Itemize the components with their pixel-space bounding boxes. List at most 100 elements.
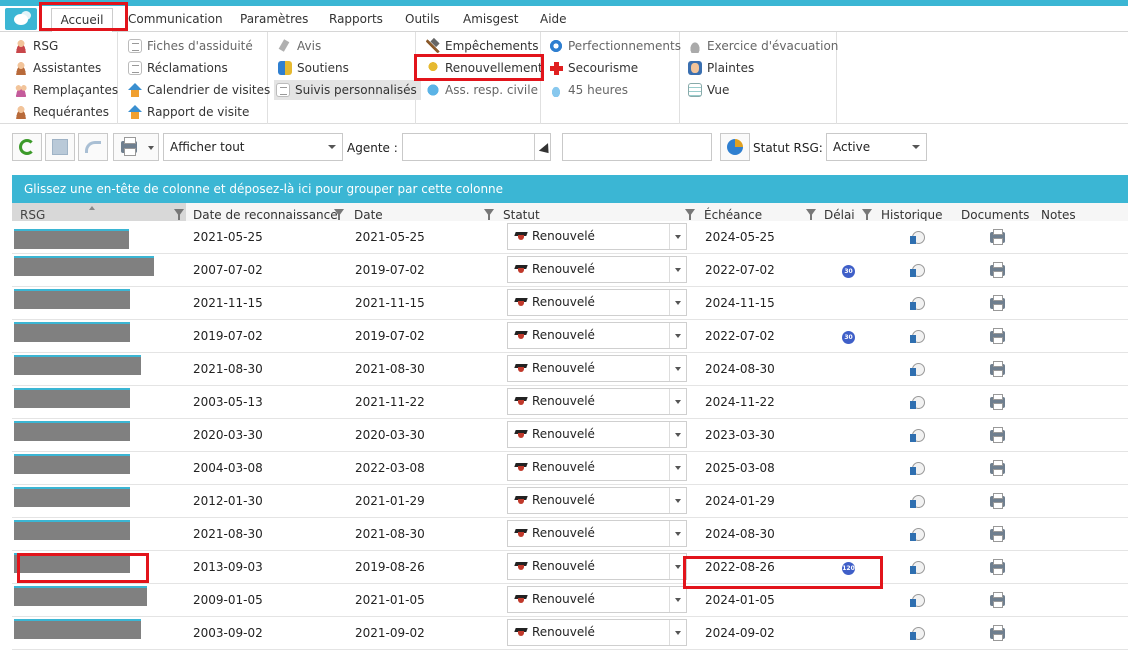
printer-icon[interactable] — [990, 592, 1005, 608]
table-row[interactable]: 2020-03-30 2020-03-30 Renouvelé 2023-03-30 — [12, 419, 1128, 452]
status-select[interactable]: Renouvelé — [507, 388, 687, 415]
filter-icon[interactable] — [685, 209, 695, 220]
tab-communication[interactable]: Communication — [128, 12, 223, 26]
filter-icon[interactable] — [862, 209, 872, 220]
agent-combo[interactable] — [402, 133, 551, 161]
status-select[interactable]: Renouvelé — [507, 223, 687, 250]
printer-icon[interactable] — [990, 460, 1005, 476]
print-button[interactable] — [113, 133, 159, 161]
filter-icon[interactable] — [334, 209, 344, 220]
tab-parametres[interactable]: Paramètres — [240, 12, 308, 26]
tab-accueil[interactable]: Accueil — [51, 8, 113, 32]
filter-icon[interactable] — [484, 209, 494, 220]
ribbon-perfectionnements[interactable]: Perfectionnements — [549, 36, 681, 56]
table-row[interactable]: 2021-11-15 2021-11-15 Renouvelé 2024-11-15 — [12, 287, 1128, 320]
ribbon-soutiens[interactable]: Soutiens — [278, 58, 349, 78]
tab-amisgest[interactable]: Amisgest — [463, 12, 518, 26]
printer-icon[interactable] — [990, 229, 1005, 245]
table-row[interactable]: 2021-05-25 2021-05-25 Renouvelé 2024-05-25 — [12, 221, 1128, 254]
status-select[interactable]: Renouvelé — [507, 421, 687, 448]
status-select[interactable]: Renouvelé — [507, 322, 687, 349]
status-select[interactable]: Renouvelé — [507, 586, 687, 613]
printer-icon[interactable] — [990, 625, 1005, 641]
printer-icon[interactable] — [990, 262, 1005, 278]
table-row[interactable]: 2003-09-02 2021-09-02 Renouvelé 2024-09-02 — [12, 617, 1128, 650]
cell-echeance: 2024-05-25 — [705, 230, 775, 244]
ribbon-evacuation[interactable]: Exercice d'évacuation — [688, 36, 838, 56]
table-row[interactable]: 2009-01-05 2021-01-05 Renouvelé 2024-01-05 — [12, 584, 1128, 617]
history-icon[interactable] — [910, 363, 925, 376]
table-row[interactable]: 2021-08-30 2021-08-30 Renouvelé 2024-08-30 — [12, 353, 1128, 386]
history-icon[interactable] — [910, 462, 925, 475]
ribbon-secourisme[interactable]: Secourisme — [549, 58, 638, 78]
refresh-button[interactable] — [12, 133, 42, 161]
stats-button[interactable] — [720, 133, 750, 161]
ribbon-reclamations[interactable]: Réclamations — [128, 58, 228, 78]
status-select[interactable]: Renouvelé — [507, 289, 687, 316]
printer-icon[interactable] — [990, 526, 1005, 542]
status-select[interactable]: Renouvelé — [507, 553, 687, 580]
ribbon-rapport-visite[interactable]: Rapport de visite — [128, 102, 249, 122]
undo-button[interactable] — [78, 133, 108, 161]
history-icon[interactable] — [910, 594, 925, 607]
history-icon[interactable] — [910, 495, 925, 508]
filter-icon[interactable] — [806, 209, 816, 220]
save-button[interactable] — [45, 133, 75, 161]
printer-icon[interactable] — [990, 328, 1005, 344]
table-row[interactable]: 2021-08-30 2021-08-30 Renouvelé 2024-08-30 — [12, 518, 1128, 551]
ribbon-assistantes[interactable]: Assistantes — [14, 58, 101, 78]
status-select[interactable]: Renouvelé — [507, 454, 687, 481]
ribbon-ass-resp[interactable]: Ass. resp. civile — [426, 80, 538, 100]
cell-date-reconnaissance: 2004-03-08 — [193, 461, 263, 475]
chevron-down-icon — [328, 145, 336, 149]
ribbon-vue[interactable]: Vue — [688, 80, 729, 100]
table-row[interactable]: 2007-07-02 2019-07-02 Renouvelé 2022-07-02 3… — [12, 254, 1128, 287]
table-row[interactable]: 2019-07-02 2019-07-02 Renouvelé 2022-07-02 3… — [12, 320, 1128, 353]
ribbon-suivis[interactable]: Suivis personnalisés — [274, 80, 421, 100]
complaint-icon — [688, 61, 702, 75]
table-row[interactable]: 2004-03-08 2022-03-08 Renouvelé 2025-03-08 — [12, 452, 1128, 485]
ribbon-empechements[interactable]: Empêchements — [426, 36, 539, 56]
ribbon-remplacantes[interactable]: Remplaçantes — [14, 80, 118, 100]
ribbon-calendrier[interactable]: Calendrier de visites — [128, 80, 270, 100]
ribbon-requerantes[interactable]: Requérantes — [14, 102, 109, 122]
printer-icon[interactable] — [990, 295, 1005, 311]
app-menu-button[interactable] — [5, 8, 37, 30]
history-icon[interactable] — [910, 396, 925, 409]
history-icon[interactable] — [910, 297, 925, 310]
history-icon[interactable] — [910, 561, 925, 574]
printer-icon[interactable] — [990, 559, 1005, 575]
display-filter-select[interactable]: Afficher tout — [163, 133, 343, 161]
history-icon[interactable] — [910, 627, 925, 640]
printer-icon[interactable] — [990, 361, 1005, 377]
history-icon[interactable] — [910, 231, 925, 244]
statut-rsg-select[interactable]: Active — [826, 133, 927, 161]
ribbon-renouvellement[interactable]: Renouvellement — [426, 58, 543, 78]
status-select[interactable]: Renouvelé — [507, 256, 687, 283]
search-input[interactable] — [562, 133, 712, 161]
table-row[interactable]: 2003-05-13 2021-11-22 Renouvelé 2024-11-22 — [12, 386, 1128, 419]
ribbon-avis[interactable]: Avis — [278, 36, 321, 56]
group-by-panel[interactable]: Glissez une en-tête de colonne et dépose… — [12, 175, 1128, 203]
ribbon-plaintes[interactable]: Plaintes — [688, 58, 754, 78]
history-icon[interactable] — [910, 330, 925, 343]
table-row[interactable]: 2012-01-30 2021-01-29 Renouvelé 2024-01-29 — [12, 485, 1128, 518]
history-icon[interactable] — [910, 528, 925, 541]
printer-icon[interactable] — [990, 493, 1005, 509]
status-select[interactable]: Renouvelé — [507, 619, 687, 646]
filter-icon[interactable] — [174, 209, 184, 220]
tab-outils[interactable]: Outils — [405, 12, 440, 26]
status-select[interactable]: Renouvelé — [507, 355, 687, 382]
printer-icon[interactable] — [990, 394, 1005, 410]
ribbon-fiches[interactable]: Fiches d'assiduité — [128, 36, 253, 56]
status-select[interactable]: Renouvelé — [507, 520, 687, 547]
tab-rapports[interactable]: Rapports — [329, 12, 383, 26]
history-icon[interactable] — [910, 264, 925, 277]
status-select[interactable]: Renouvelé — [507, 487, 687, 514]
history-icon[interactable] — [910, 429, 925, 442]
table-row[interactable]: 2013-09-03 2019-08-26 Renouvelé 2022-08-26 1… — [12, 551, 1128, 584]
ribbon-rsg[interactable]: RSG — [14, 36, 58, 56]
printer-icon[interactable] — [990, 427, 1005, 443]
tab-aide[interactable]: Aide — [540, 12, 567, 26]
ribbon-45-heures[interactable]: 45 heures — [549, 80, 628, 100]
